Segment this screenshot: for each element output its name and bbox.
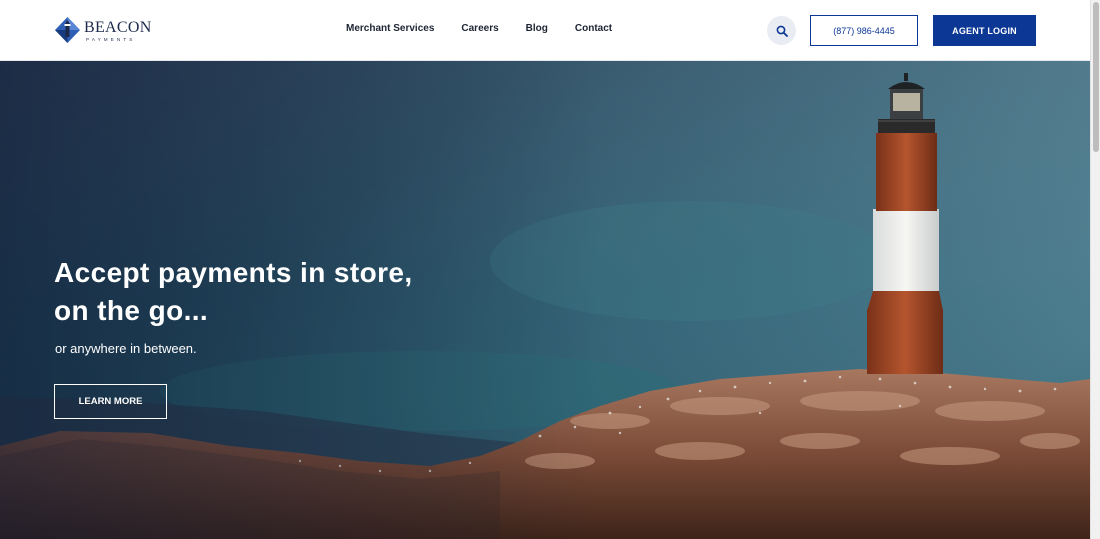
beacon-logo[interactable]: BEACON PAYMENTS: [54, 15, 164, 47]
agent-login-button[interactable]: AGENT LOGIN: [933, 15, 1036, 46]
logo-tagline: PAYMENTS: [86, 36, 136, 42]
nav-item-careers[interactable]: Careers: [461, 23, 498, 34]
logo-wordmark: BEACON: [84, 18, 152, 36]
phone-number-button[interactable]: (877) 986-4445: [810, 15, 918, 46]
search-icon: [776, 25, 788, 37]
hero-banner: Accept payments in store, on the go... o…: [0, 61, 1090, 539]
nav-item-merchant-services[interactable]: Merchant Services: [346, 23, 434, 34]
site-header: BEACON PAYMENTS Merchant Services Career…: [0, 0, 1090, 61]
learn-more-button[interactable]: LEARN MORE: [54, 384, 167, 419]
hero-headline-line-1: Accept payments in store,: [54, 257, 413, 288]
hero-headline-line-2: on the go...: [54, 295, 209, 326]
hero-headline: Accept payments in store, on the go...: [54, 254, 574, 330]
main-nav: Merchant Services Careers Blog Contact: [346, 23, 639, 34]
hero-subtitle: or anywhere in between.: [55, 341, 197, 356]
beacon-diamond-logo-icon: [55, 17, 80, 43]
search-button[interactable]: [767, 16, 796, 45]
nav-item-contact[interactable]: Contact: [575, 23, 612, 34]
page-scrollbar[interactable]: [1090, 0, 1100, 539]
scrollbar-thumb[interactable]: [1093, 2, 1099, 152]
nav-item-blog[interactable]: Blog: [526, 23, 548, 34]
